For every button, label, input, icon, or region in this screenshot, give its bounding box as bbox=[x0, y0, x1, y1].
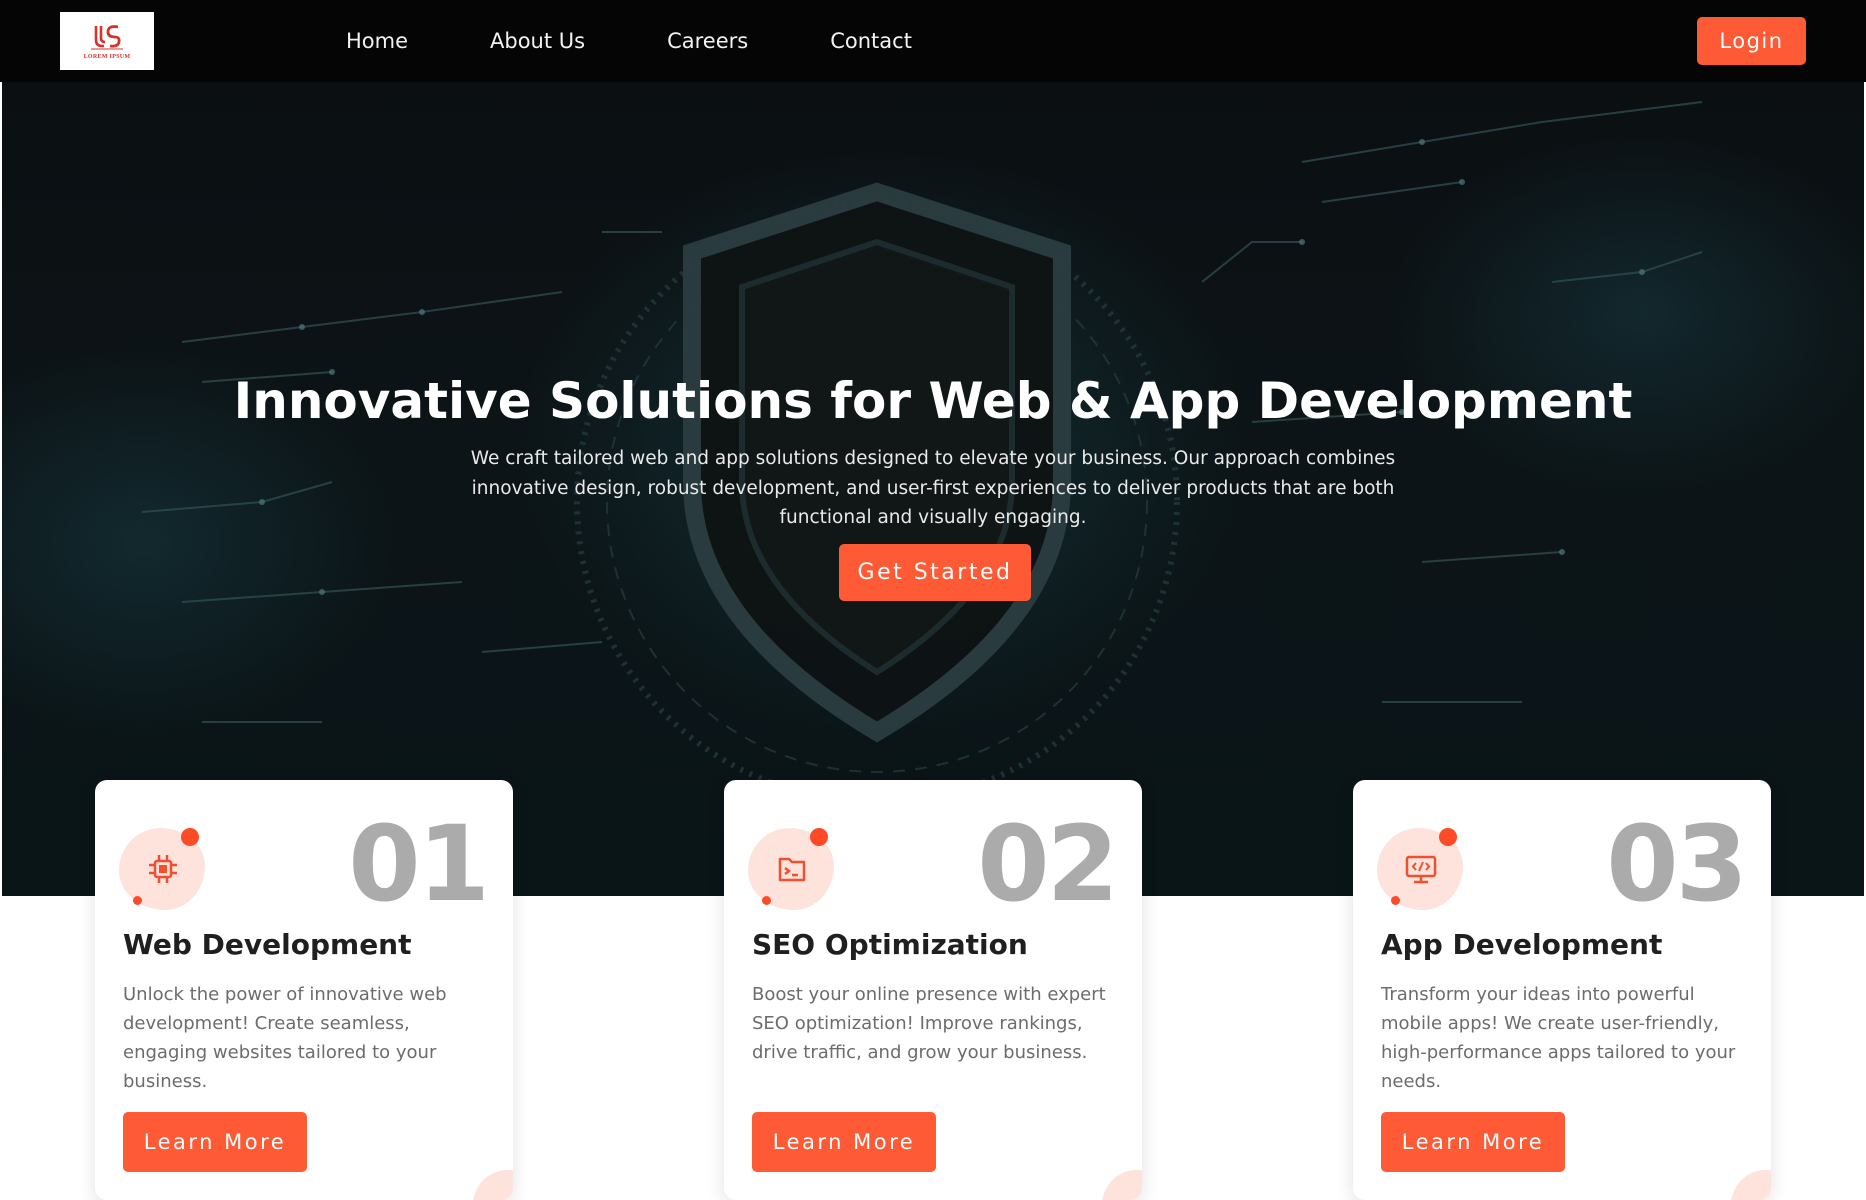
card-description: Boost your online presence with expert S… bbox=[752, 984, 1106, 1063]
code-monitor-icon bbox=[1405, 855, 1437, 884]
card-number: 03 bbox=[1606, 803, 1748, 925]
card-icon-badge bbox=[119, 828, 205, 914]
card-icon-badge bbox=[748, 828, 834, 914]
card-number: 02 bbox=[977, 803, 1119, 925]
nav-about-link[interactable]: About Us bbox=[490, 29, 585, 53]
service-card-seo-optimization: 02 SEO Optimization Boost your online pr… bbox=[724, 780, 1142, 1200]
icon-dot-small bbox=[133, 896, 142, 905]
chip-icon bbox=[149, 855, 177, 883]
brand-logo-text: LOREM IPSUM bbox=[83, 54, 131, 60]
hero-section: Innovative Solutions for Web & App Devel… bbox=[2, 82, 1864, 896]
card-corner-decoration bbox=[1102, 1170, 1142, 1200]
card-corner-decoration bbox=[1731, 1170, 1771, 1200]
icon-dot bbox=[1439, 828, 1457, 846]
icon-dot bbox=[810, 828, 828, 846]
hero-description: We craft tailored web and app solutions … bbox=[470, 448, 1396, 528]
top-navbar: LOREM IPSUM Home About Us Careers Contac… bbox=[0, 0, 1866, 82]
card-description: Transform your ideas into powerful mobil… bbox=[1381, 984, 1736, 1092]
card-description: Unlock the power of innovative web devel… bbox=[123, 984, 447, 1092]
login-button[interactable]: Login bbox=[1697, 17, 1806, 65]
card-corner-decoration bbox=[473, 1170, 513, 1200]
service-card-app-development: 03 App Development Transform your ideas … bbox=[1353, 780, 1771, 1200]
card-number: 01 bbox=[348, 803, 490, 925]
service-card-web-development: 01 Web Development Unlock the power of i… bbox=[95, 780, 513, 1200]
learn-more-button[interactable]: Learn More bbox=[123, 1112, 307, 1172]
main-nav: Home About Us Careers Contact bbox=[346, 0, 994, 82]
icon-dot-small bbox=[762, 896, 771, 905]
icon-dot bbox=[181, 828, 199, 846]
brand-logo-mark-icon bbox=[91, 25, 123, 50]
card-icon-badge bbox=[1377, 828, 1463, 914]
terminal-icon bbox=[778, 857, 806, 882]
card-title: Web Development bbox=[123, 928, 412, 961]
learn-more-button[interactable]: Learn More bbox=[1381, 1112, 1565, 1172]
card-title: App Development bbox=[1381, 928, 1663, 961]
nav-careers-link[interactable]: Careers bbox=[667, 29, 748, 53]
hero-title: Innovative Solutions for Web & App Devel… bbox=[233, 372, 1633, 430]
get-started-button[interactable]: Get Started bbox=[839, 544, 1031, 601]
learn-more-button[interactable]: Learn More bbox=[752, 1112, 936, 1172]
nav-home-link[interactable]: Home bbox=[346, 29, 408, 53]
nav-contact-link[interactable]: Contact bbox=[830, 29, 912, 53]
brand-logo[interactable]: LOREM IPSUM bbox=[60, 12, 154, 70]
card-title: SEO Optimization bbox=[752, 928, 1028, 961]
icon-dot-small bbox=[1391, 896, 1400, 905]
